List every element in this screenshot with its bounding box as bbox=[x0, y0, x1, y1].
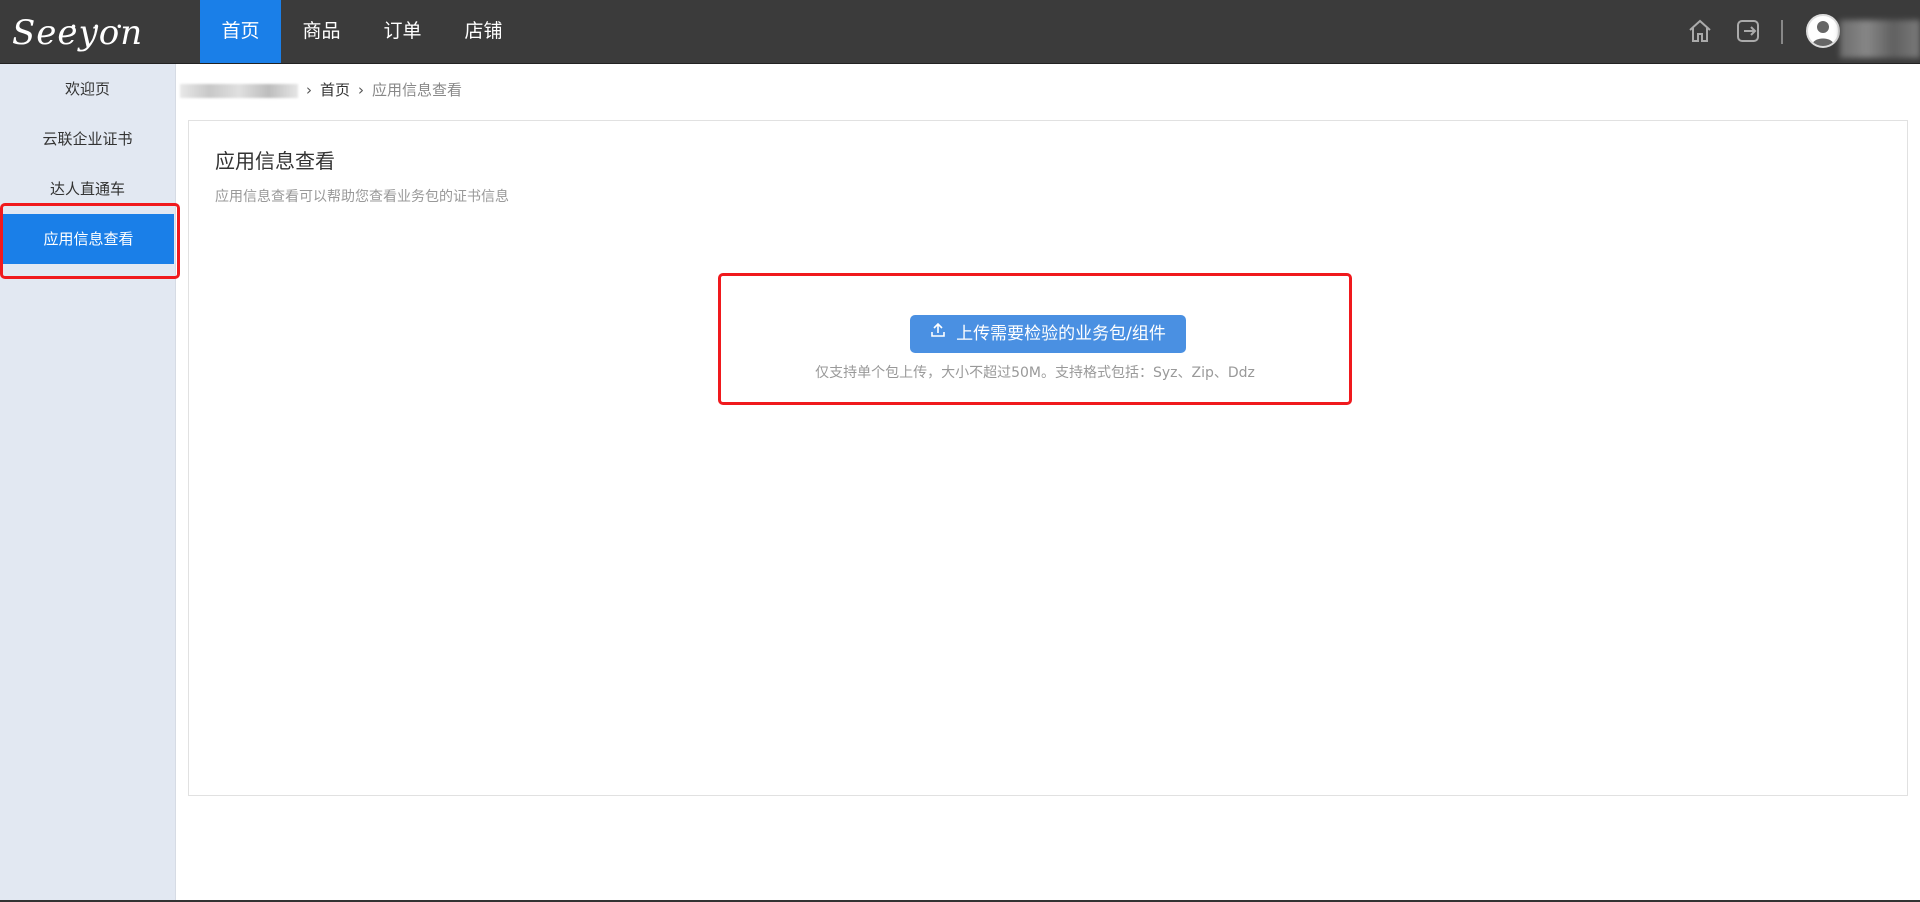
breadcrumb-home[interactable]: 首页 bbox=[320, 81, 350, 99]
breadcrumb: › 首页 › 应用信息查看 bbox=[180, 78, 462, 102]
nav-tab-store[interactable]: 店铺 bbox=[443, 0, 524, 63]
nav-tab-home[interactable]: 首页 bbox=[200, 0, 281, 63]
home-icon[interactable] bbox=[1687, 18, 1713, 44]
nav-tab-orders[interactable]: 订单 bbox=[362, 0, 443, 63]
seeyon-logo[interactable]: • • • Seeyon bbox=[12, 10, 142, 56]
upload-button-label: 上传需要检验的业务包/组件 bbox=[956, 324, 1166, 344]
page-title: 应用信息查看 bbox=[215, 149, 335, 173]
divider bbox=[1781, 20, 1783, 44]
logout-icon[interactable] bbox=[1735, 18, 1761, 44]
upload-button[interactable]: 上传需要检验的业务包/组件 bbox=[910, 315, 1186, 353]
sidebar-item-welcome[interactable]: 欢迎页 bbox=[0, 64, 175, 114]
breadcrumb-current: 应用信息查看 bbox=[372, 81, 463, 99]
username-redacted bbox=[1840, 20, 1920, 58]
upload-hint: 仅支持单个包上传，大小不超过50M。支持格式包括：Syz、Zip、Ddz bbox=[815, 365, 1255, 381]
main-card: 应用信息查看 应用信息查看可以帮助您查看业务包的证书信息 bbox=[188, 120, 1908, 796]
breadcrumb-redacted bbox=[180, 83, 298, 98]
sidebar-item-app-info[interactable]: 应用信息查看 bbox=[3, 214, 174, 264]
top-navigation-bar: • • • Seeyon 首页 商品 订单 店铺 bbox=[0, 0, 1920, 64]
sidebar: 欢迎页 云联企业证书 达人直通车 应用信息查看 bbox=[0, 64, 176, 902]
sidebar-item-enterprise-certificate[interactable]: 云联企业证书 bbox=[0, 114, 175, 164]
avatar-icon[interactable] bbox=[1806, 14, 1840, 48]
logo-dots: • • • bbox=[70, 20, 129, 34]
page-description: 应用信息查看可以帮助您查看业务包的证书信息 bbox=[215, 189, 509, 205]
chevron-right-icon: › bbox=[358, 81, 365, 99]
sidebar-item-influencer-express[interactable]: 达人直通车 bbox=[0, 164, 175, 214]
chevron-right-icon: › bbox=[306, 81, 312, 99]
nav-tab-products[interactable]: 商品 bbox=[281, 0, 362, 63]
upload-icon bbox=[930, 314, 946, 352]
